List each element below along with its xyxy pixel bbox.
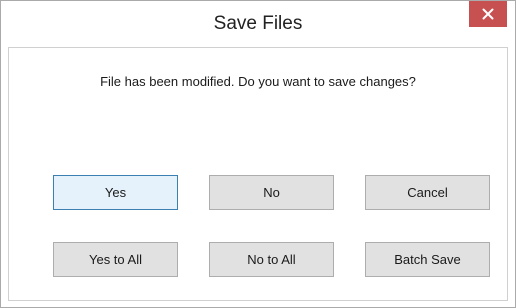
save-files-dialog: Save Files File has been modified. Do yo…	[0, 0, 516, 308]
no-to-all-button[interactable]: No to All	[209, 242, 334, 277]
yes-to-all-button[interactable]: Yes to All	[53, 242, 178, 277]
no-button[interactable]: No	[209, 175, 334, 210]
batch-save-button[interactable]: Batch Save	[365, 242, 490, 277]
dialog-title: Save Files	[213, 13, 303, 34]
close-icon	[482, 8, 494, 20]
dialog-message: File has been modified. Do you want to s…	[100, 74, 416, 89]
close-button[interactable]	[469, 1, 507, 27]
cancel-button[interactable]: Cancel	[365, 175, 490, 210]
dialog-body: File has been modified. Do you want to s…	[8, 47, 508, 301]
title-bar: Save Files	[1, 1, 515, 47]
yes-button[interactable]: Yes	[53, 175, 178, 210]
